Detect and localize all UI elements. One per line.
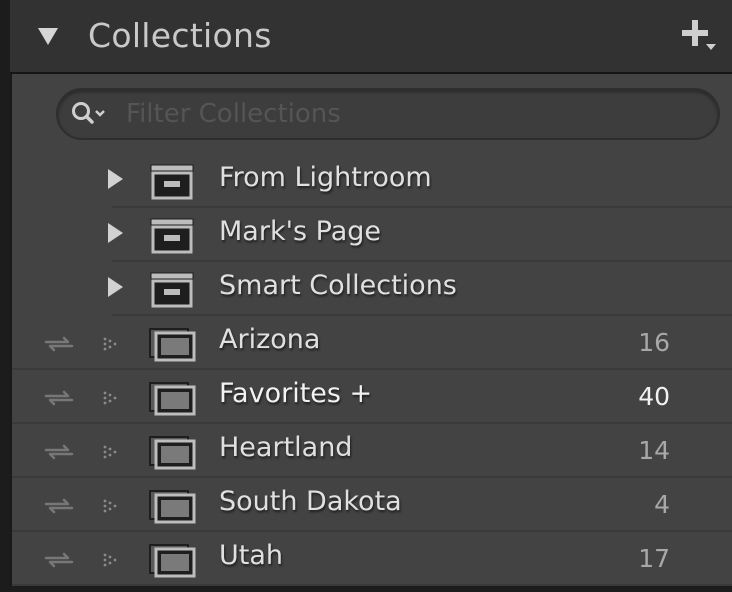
collection-label: Arizona (219, 324, 321, 355)
collection-row[interactable]: Favorites + 40 (12, 370, 732, 424)
photo-count: 17 (638, 544, 670, 573)
panel-header[interactable]: Collections (10, 0, 732, 74)
sync-arrows-icon[interactable] (42, 388, 76, 408)
collections-list: From Lightroom Mark's Page Smart Collect… (12, 154, 732, 586)
panel-body: From Lightroom Mark's Page (10, 74, 732, 586)
collection-set-label: Mark's Page (219, 216, 382, 247)
panel-title: Collections (88, 16, 272, 55)
collection-set-row[interactable]: Smart Collections (12, 262, 732, 316)
filter-collections-input[interactable] (124, 96, 688, 132)
collections-panel: Collections From Li (0, 0, 732, 592)
collection-set-label: Smart Collections (219, 270, 457, 301)
sync-arrows-icon[interactable] (42, 442, 76, 462)
drag-handle-icon[interactable] (102, 552, 124, 568)
collection-row[interactable]: Utah 17 (12, 532, 732, 586)
drag-handle-icon[interactable] (102, 390, 124, 406)
target-collection-label: Favorites + (219, 378, 373, 409)
sync-arrows-icon[interactable] (42, 496, 76, 516)
drag-handle-icon[interactable] (102, 444, 124, 460)
plus-with-dropdown-icon[interactable] (682, 18, 716, 52)
collection-icon (149, 382, 196, 416)
expand-triangle-icon[interactable] (108, 277, 123, 297)
magnifier-dropdown-icon[interactable] (70, 100, 110, 128)
collection-label: Heartland (219, 432, 353, 463)
photo-count: 16 (638, 328, 670, 357)
expand-triangle-icon[interactable] (108, 169, 123, 189)
collection-label: Utah (219, 540, 284, 571)
filter-collections-field[interactable] (56, 88, 720, 140)
collection-icon (149, 544, 196, 578)
collection-set-label: From Lightroom (219, 162, 432, 193)
drag-handle-icon[interactable] (102, 336, 124, 352)
collection-set-icon (150, 272, 194, 308)
collection-icon (149, 328, 196, 362)
expand-triangle-icon[interactable] (108, 223, 123, 243)
photo-count: 4 (654, 490, 670, 519)
collection-row[interactable]: Arizona 16 (12, 316, 732, 370)
triangle-down-icon[interactable] (38, 28, 58, 45)
collection-set-icon (150, 218, 194, 254)
collection-icon (149, 490, 196, 524)
collection-set-row[interactable]: Mark's Page (12, 208, 732, 262)
collection-label: South Dakota (219, 486, 402, 517)
photo-count: 14 (638, 436, 670, 465)
photo-count: 40 (638, 382, 670, 411)
sync-arrows-icon[interactable] (42, 334, 76, 354)
collection-set-icon (150, 164, 194, 200)
collection-row[interactable]: Heartland 14 (12, 424, 732, 478)
collection-set-row[interactable]: From Lightroom (12, 154, 732, 208)
sync-arrows-icon[interactable] (42, 550, 76, 570)
collection-icon (149, 436, 196, 470)
collection-row[interactable]: South Dakota 4 (12, 478, 732, 532)
drag-handle-icon[interactable] (102, 498, 124, 514)
